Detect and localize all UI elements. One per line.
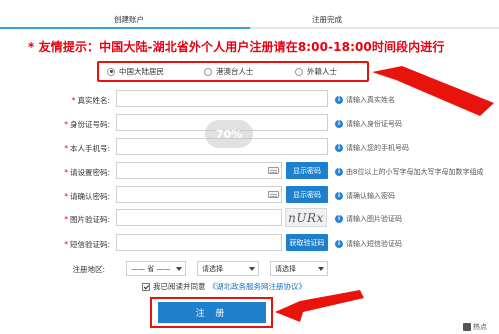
annotation-arrows: [275, 66, 494, 322]
arrow-to-radio-group: [372, 66, 494, 116]
arrow-to-register-button: [275, 290, 364, 322]
